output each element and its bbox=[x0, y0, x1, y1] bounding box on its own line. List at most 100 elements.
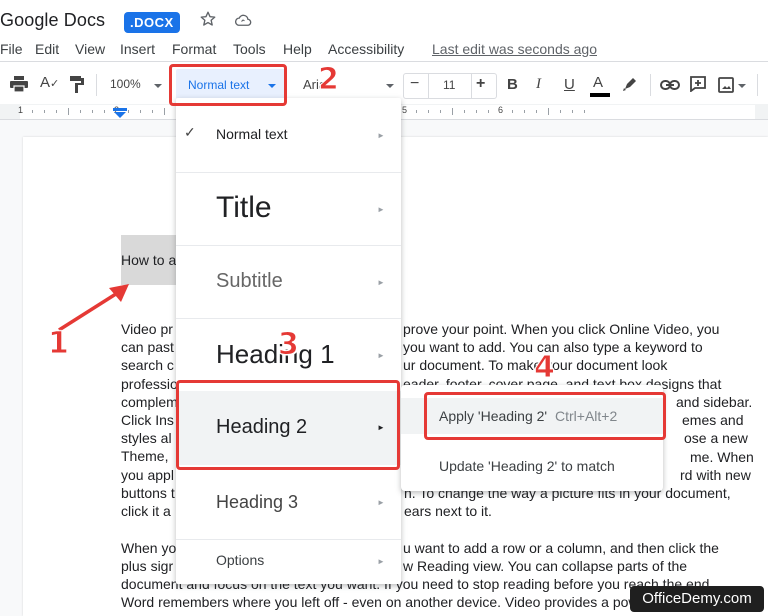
document-text-line[interactable]: and sidebar. bbox=[676, 394, 752, 410]
size-divider bbox=[471, 73, 472, 99]
submenu-arrow-icon: ► bbox=[377, 278, 385, 287]
style-option-label: Heading 1 bbox=[216, 339, 335, 369]
underline-button[interactable]: U bbox=[564, 76, 575, 93]
document-text-line[interactable]: When yo bbox=[121, 540, 176, 556]
document-text-line[interactable]: buttons t bbox=[121, 485, 175, 501]
style-option-normal-text[interactable]: ✓ Normal text ► bbox=[176, 98, 401, 172]
text-color-button[interactable]: A bbox=[593, 74, 603, 91]
ruler-tick bbox=[536, 110, 537, 113]
document-text-line[interactable]: w Reading view. You can collapse parts o… bbox=[403, 558, 687, 574]
spellcheck-icon[interactable]: A✓ bbox=[40, 74, 60, 94]
annotation-step-1: 1 bbox=[48, 326, 70, 362]
document-text-line[interactable]: Theme, bbox=[121, 448, 168, 464]
ruler-tick bbox=[68, 108, 69, 115]
document-text-line[interactable]: ears next to it. bbox=[404, 503, 492, 519]
indent-marker-handle[interactable] bbox=[113, 108, 127, 118]
toolbar-divider bbox=[96, 74, 97, 96]
ruler-tick bbox=[428, 110, 429, 113]
ruler-tick bbox=[104, 110, 105, 113]
file-type-badge: .DOCX bbox=[124, 12, 180, 33]
ruler-tick bbox=[464, 110, 465, 113]
zoom-chevron-down-icon[interactable] bbox=[154, 84, 162, 88]
menu-format[interactable]: Format bbox=[172, 41, 216, 57]
document-text-line[interactable]: rd with new bbox=[680, 467, 751, 483]
zoom-select[interactable]: 100% bbox=[110, 77, 141, 91]
menu-file[interactable]: File bbox=[0, 41, 23, 57]
document-text-line[interactable]: emes and bbox=[682, 412, 743, 428]
menu-view[interactable]: View bbox=[75, 41, 105, 57]
ruler-tick bbox=[560, 110, 561, 113]
print-icon[interactable] bbox=[10, 76, 28, 92]
ruler-tick bbox=[548, 108, 549, 115]
ruler-tick bbox=[140, 110, 141, 113]
annotation-box-style-select bbox=[169, 64, 287, 106]
toolbar-divider bbox=[650, 74, 651, 96]
update-heading-2-option[interactable]: Update 'Heading 2' to match bbox=[401, 447, 663, 483]
font-chevron-down-icon[interactable] bbox=[386, 84, 394, 88]
ruler-tick bbox=[524, 110, 525, 113]
bold-button[interactable]: B bbox=[507, 76, 518, 93]
menu-accessibility[interactable]: Accessibility bbox=[328, 41, 404, 57]
paint-format-icon[interactable] bbox=[70, 76, 84, 93]
document-text-line[interactable]: Click Ins bbox=[121, 412, 174, 428]
decrease-font-size-button[interactable]: − bbox=[410, 75, 419, 93]
update-heading-2-label: Update 'Heading 2' to match bbox=[439, 458, 615, 474]
font-size-input[interactable]: 11 bbox=[443, 78, 455, 92]
ruler-tick bbox=[44, 110, 45, 113]
app-title: Google Docs bbox=[0, 10, 106, 30]
menu-tools[interactable]: Tools bbox=[233, 41, 266, 57]
submenu-arrow-icon: ► bbox=[377, 131, 385, 140]
last-edit-link[interactable]: Last edit was seconds ago bbox=[432, 41, 597, 57]
document-text-line[interactable]: professio bbox=[121, 376, 178, 392]
style-option-options[interactable]: Options ► bbox=[176, 540, 401, 584]
document-text-line[interactable]: styles al bbox=[121, 430, 172, 446]
style-option-label: Title bbox=[216, 191, 272, 224]
highlight-pen-icon[interactable] bbox=[622, 76, 638, 92]
increase-font-size-button[interactable]: + bbox=[476, 75, 485, 93]
annotation-step-2: 2 bbox=[318, 62, 340, 98]
cloud-status-icon[interactable] bbox=[234, 12, 252, 28]
document-text-line[interactable]: u want to add a row or a column, and the… bbox=[403, 540, 719, 556]
star-icon[interactable] bbox=[199, 10, 217, 28]
ruler-number: 6 bbox=[498, 105, 504, 115]
ruler-tick bbox=[92, 110, 93, 113]
image-chevron-down-icon[interactable] bbox=[738, 84, 746, 88]
document-text-line[interactable]: ose a new bbox=[684, 430, 748, 446]
menu-edit[interactable]: Edit bbox=[35, 41, 59, 57]
document-text-line[interactable]: me. When bbox=[690, 449, 754, 465]
selected-heading-text[interactable]: How to a bbox=[121, 252, 176, 268]
style-option-heading-3[interactable]: Heading 3 ► bbox=[176, 465, 401, 539]
style-option-title[interactable]: Title ► bbox=[176, 173, 401, 245]
document-text-line[interactable]: you appl bbox=[121, 467, 174, 483]
document-text-line[interactable]: search c bbox=[121, 357, 174, 373]
ruler-tick bbox=[80, 110, 81, 113]
style-option-label: Heading 3 bbox=[216, 492, 299, 512]
document-text-line[interactable]: Word remembers where you left off - even… bbox=[121, 594, 695, 610]
toolbar-divider bbox=[757, 74, 758, 96]
google-docs-window: Google Docs .DOCX File Edit View Insert … bbox=[0, 0, 768, 616]
italic-button[interactable]: I bbox=[536, 76, 541, 93]
annotation-step-3: 3 bbox=[278, 327, 300, 363]
style-option-label: Options bbox=[216, 552, 265, 568]
document-text-line[interactable]: click it a bbox=[121, 503, 171, 519]
annotation-step-4: 4 bbox=[534, 350, 556, 386]
ruler-tick bbox=[164, 108, 165, 115]
style-option-subtitle[interactable]: Subtitle ► bbox=[176, 246, 401, 318]
ruler-tick bbox=[128, 110, 129, 113]
ruler-tick bbox=[476, 110, 477, 113]
ruler-tick bbox=[584, 110, 585, 113]
menu-insert[interactable]: Insert bbox=[120, 41, 155, 57]
document-text-line[interactable]: complem bbox=[121, 394, 178, 410]
document-text-line[interactable]: plus sigr bbox=[121, 558, 173, 574]
insert-image-icon[interactable] bbox=[718, 77, 734, 93]
menu-help[interactable]: Help bbox=[283, 41, 312, 57]
document-text-line[interactable]: can past bbox=[121, 339, 174, 355]
ruler-tick bbox=[440, 110, 441, 113]
document-text-line[interactable]: prove your point. When you click Online … bbox=[403, 321, 719, 337]
add-comment-icon[interactable] bbox=[690, 76, 706, 92]
annotation-box-apply bbox=[424, 392, 666, 440]
submenu-arrow-icon: ► bbox=[377, 557, 385, 566]
insert-link-icon[interactable] bbox=[660, 79, 680, 91]
text-color-swatch bbox=[590, 93, 610, 97]
watermark: OfficeDemy.com bbox=[630, 586, 764, 612]
